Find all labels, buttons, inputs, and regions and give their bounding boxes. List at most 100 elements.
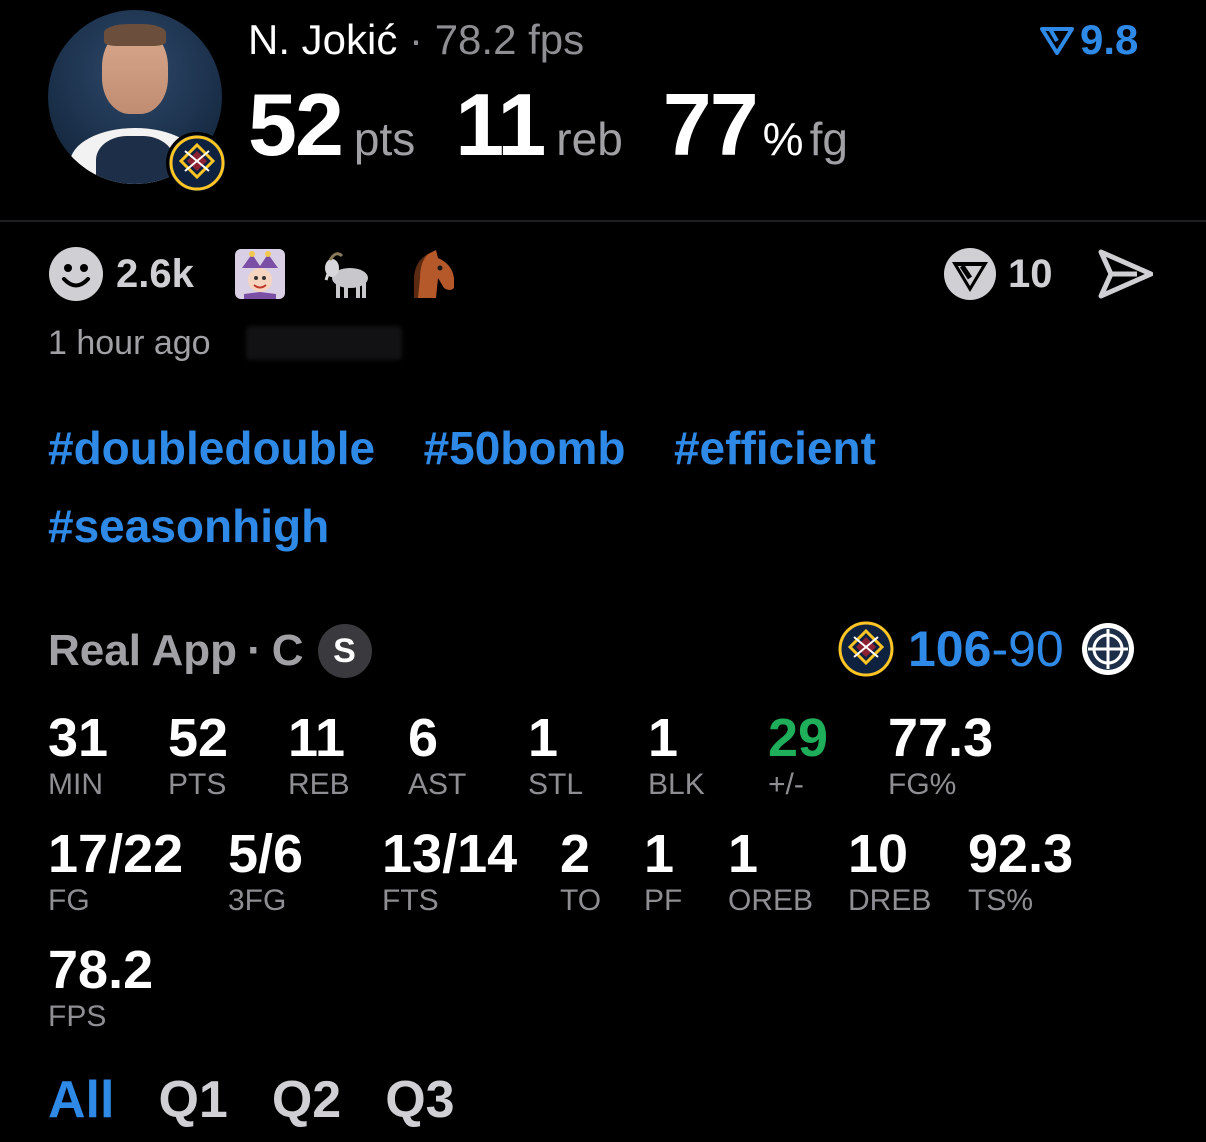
hashtag-efficient[interactable]: #efficient (674, 424, 876, 472)
horse-emoji-icon[interactable] (406, 248, 458, 300)
separator: · (409, 16, 424, 63)
stat-pts: 52 PTS (168, 710, 228, 802)
stat-label: PTS (168, 768, 227, 801)
stat-reb: 11 REB (288, 710, 350, 802)
post-timestamp: 1 hour ago (48, 324, 211, 362)
stat-min: 31 MIN (48, 710, 108, 802)
player-hair (104, 24, 166, 46)
post-actions: 10 (942, 246, 1153, 302)
stat-value: 17/22 (48, 824, 184, 884)
stat-value: 92.3 (968, 824, 1074, 884)
stat-fg: 17/22 FG (48, 826, 183, 918)
rebounds-unit: reb (556, 113, 623, 165)
score-text: 106-90 (908, 620, 1064, 678)
points-value: 52 (248, 75, 344, 174)
tab-q1[interactable]: Q1 (158, 1070, 227, 1130)
stat-value: 78.2 (48, 940, 154, 1000)
player-name[interactable]: N. Jokić (248, 16, 397, 63)
comment-chevron-icon[interactable] (942, 246, 998, 302)
home-score: 106 (908, 621, 992, 677)
stat-label: AST (408, 768, 467, 801)
stat-ast: 6 AST (408, 710, 466, 802)
player-position: C (271, 626, 304, 675)
jersey-inner (96, 136, 174, 184)
rebounds-value: 11 (455, 75, 546, 174)
hashtag-list: #doubledouble #50bomb #efficient #season… (48, 424, 1148, 580)
stat-pf: 1 PF (644, 826, 682, 918)
rating-chevron-icon (1040, 27, 1074, 55)
nuggets-logo-icon (166, 132, 228, 194)
stat-value: 31 (48, 708, 109, 768)
blurred-username (246, 326, 402, 360)
stat-value: 1 (644, 824, 675, 884)
reaction-count[interactable]: 2.6k (116, 252, 194, 297)
opponent-team-icon (1081, 623, 1134, 675)
stat-label: REB (288, 768, 350, 801)
quarter-tabs: All Q1 Q2 Q3 (48, 1070, 499, 1130)
stat-label: 3FG (228, 884, 287, 917)
stat-label: FPS (48, 1000, 107, 1033)
points-unit: pts (353, 113, 416, 165)
stat-value: 52 (168, 708, 229, 768)
stat-value: 10 (848, 824, 909, 884)
hashtag-50bomb[interactable]: #50bomb (424, 424, 626, 472)
stat-to: 2 TO (560, 826, 601, 918)
stat-label: OREB (728, 884, 814, 917)
stat-stl: 1 STL (528, 710, 583, 802)
stat-value: 1 (648, 708, 679, 768)
fps-text: 78.2 fps (434, 16, 585, 63)
stat-fps: 78.2 FPS (48, 942, 153, 1034)
stat-label: +/- (768, 768, 804, 801)
share-send-icon[interactable] (1097, 248, 1153, 300)
stat-oreb: 1 OREB (728, 826, 813, 918)
stat-value: 11 (288, 708, 346, 768)
stat-3fg: 5/6 3FG (228, 826, 303, 918)
stat-label: FG% (888, 768, 957, 801)
smiley-icon[interactable] (48, 246, 104, 302)
fg-pct-value: 77 (662, 75, 759, 174)
source-name: Real App (48, 626, 238, 675)
stat-value: 1 (728, 824, 759, 884)
stat-label: PF (644, 884, 683, 917)
fg-unit: fg (809, 113, 848, 165)
score-dash: - (991, 621, 1009, 677)
player-header-line[interactable]: N. Jokić · 78.2 fps (248, 16, 584, 64)
comments-count[interactable]: 10 (1008, 252, 1053, 297)
reactions-row: 2.6k (48, 246, 492, 302)
hashtag-seasonhigh[interactable]: #seasonhigh (48, 502, 329, 550)
stat-label: TO (560, 884, 602, 917)
stat-value: 2 (560, 824, 591, 884)
stat-label: BLK (648, 768, 705, 801)
stat-label: MIN (48, 768, 103, 801)
tab-q3[interactable]: Q3 (385, 1070, 454, 1130)
stat-ts-pct: 92.3 TS% (968, 826, 1073, 918)
stat-source: Real App · C S (48, 624, 372, 678)
stat-dreb: 10 DREB (848, 826, 931, 918)
rating[interactable]: 9.8 (1040, 16, 1138, 64)
away-score: 90 (1008, 621, 1064, 677)
hashtag-doubledouble[interactable]: #doubledouble (48, 424, 375, 472)
headline-stats: 52 pts 11 reb 77 % fg (248, 74, 888, 176)
stat-value: 6 (408, 708, 439, 768)
stat-blk: 1 BLK (648, 710, 705, 802)
tab-all[interactable]: All (48, 1070, 114, 1130)
stat-fg-pct: 77.3 FG% (888, 710, 993, 802)
fg-pct-symbol: % (762, 113, 804, 165)
jester-emoji-icon[interactable] (234, 248, 286, 300)
stat-label: STL (528, 768, 584, 801)
stat-value: 29 (768, 708, 829, 768)
tab-q2[interactable]: Q2 (272, 1070, 341, 1130)
stat-value: 13/14 (382, 824, 518, 884)
stat-label: FG (48, 884, 90, 917)
stat-label: TS% (968, 884, 1034, 917)
rating-value: 9.8 (1080, 16, 1139, 63)
goat-emoji-icon[interactable] (320, 248, 372, 300)
stat-value: 77.3 (888, 708, 994, 768)
header-divider (0, 220, 1206, 222)
game-score[interactable]: 106-90 (838, 620, 1136, 678)
stat-plus-minus: 29 +/- (768, 710, 828, 802)
stat-value: 1 (528, 708, 559, 768)
stat-label: DREB (848, 884, 932, 917)
nuggets-team-icon (838, 621, 894, 677)
separator: · (247, 626, 262, 675)
